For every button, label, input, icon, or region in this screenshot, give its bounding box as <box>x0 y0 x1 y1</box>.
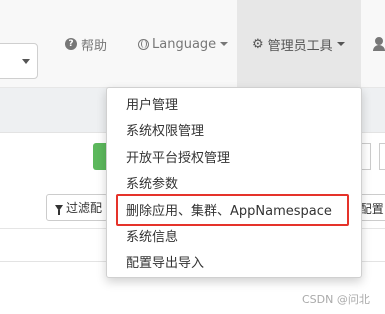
user-icon <box>373 37 385 51</box>
globe-icon <box>138 38 149 50</box>
menu-item-config-export-import[interactable]: 配置导出导入 <box>107 251 361 277</box>
filter-icon <box>55 204 63 215</box>
menu-item-open-platform-auth[interactable]: 开放平台授权管理 <box>107 146 361 172</box>
nav-help[interactable]: ? 帮助 <box>65 0 107 88</box>
nav-admin-tools-label: 管理员工具 <box>267 38 333 54</box>
caret-down-icon <box>220 42 229 46</box>
menu-item-system-info[interactable]: 系统信息 <box>107 225 361 251</box>
env-select[interactable] <box>0 43 38 79</box>
gear-icon: ⚙ <box>252 36 264 52</box>
caret-down-icon <box>336 42 345 46</box>
question-circle-icon: ? <box>65 38 77 50</box>
nav-user[interactable] <box>373 0 385 88</box>
nav-language[interactable]: Language <box>138 0 229 88</box>
toolbar-button[interactable] <box>379 143 385 170</box>
create-button[interactable] <box>93 143 107 170</box>
top-navbar: ? 帮助 Language ⚙ 管理员工具 <box>0 0 385 88</box>
nav-help-label: 帮助 <box>81 38 108 54</box>
menu-item-system-permissions[interactable]: 系统权限管理 <box>107 119 361 145</box>
watermark: CSDN @问北 <box>302 293 370 306</box>
filter-button-label: 过滤配 <box>66 201 103 215</box>
menu-item-user-management[interactable]: 用户管理 <box>107 93 361 119</box>
admin-tools-menu: 用户管理 系统权限管理 开放平台授权管理 系统参数 删除应用、集群、AppNam… <box>106 87 362 278</box>
chevron-down-icon <box>22 59 30 64</box>
nav-admin-tools[interactable]: ⚙ 管理员工具 <box>237 0 361 88</box>
nav-language-label: Language <box>152 36 217 52</box>
highlight-box <box>116 194 349 226</box>
filter-button[interactable]: 过滤配 <box>46 194 108 221</box>
